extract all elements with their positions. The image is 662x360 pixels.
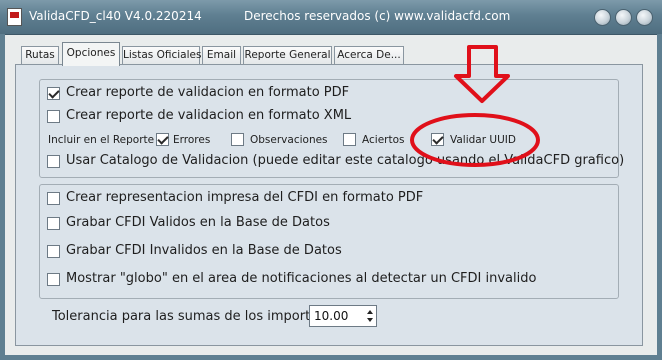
highlight-ellipse xyxy=(410,113,540,167)
down-arrow-icon xyxy=(454,45,510,103)
tab-opciones[interactable]: Opciones xyxy=(62,42,120,66)
app-window: ValidaCFD_cl40 V4.0.220214 Derechos rese… xyxy=(0,0,662,360)
